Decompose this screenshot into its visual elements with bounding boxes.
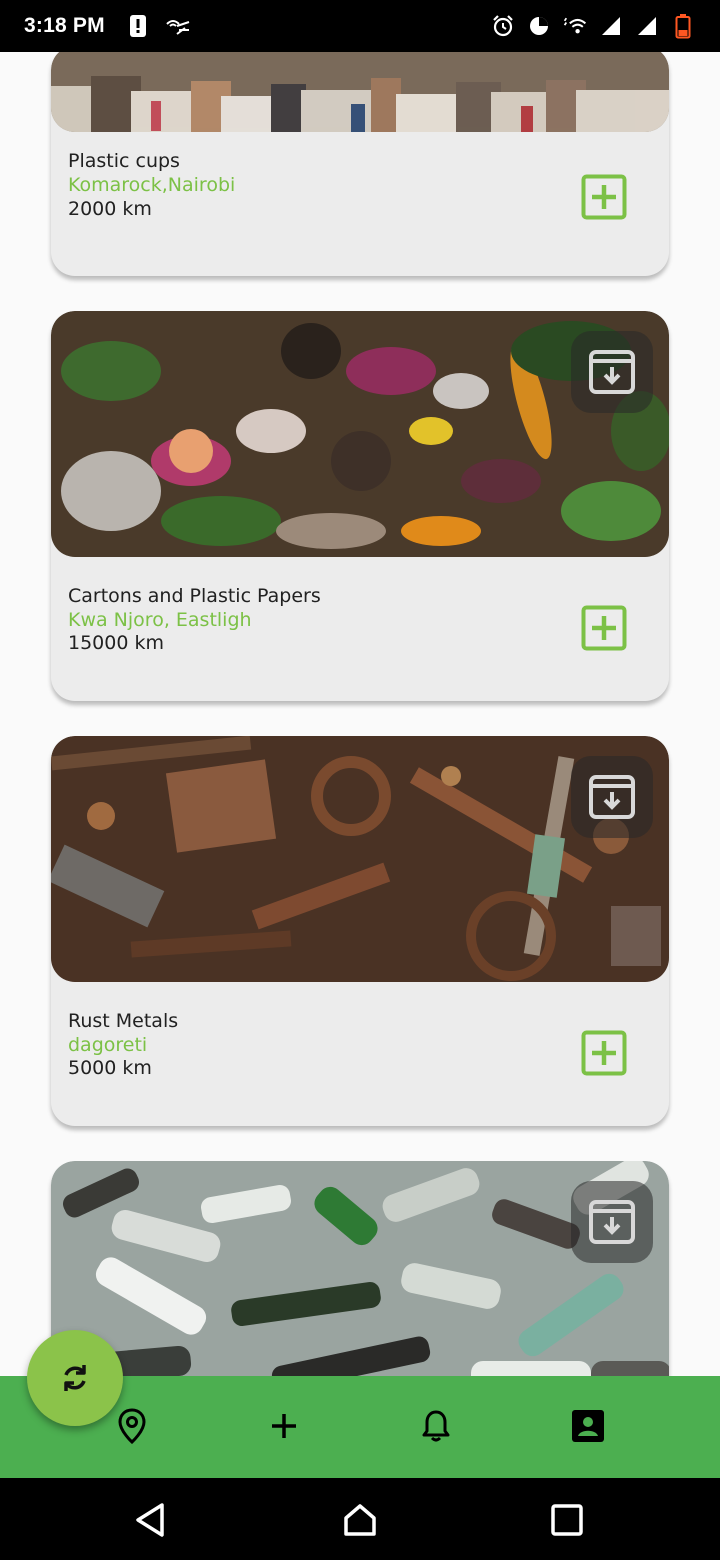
- add-icon[interactable]: [581, 605, 627, 651]
- card-location: dagoreti: [68, 1034, 148, 1056]
- refresh-icon: [64, 1365, 86, 1391]
- card-image-mixed-paper: [51, 52, 669, 132]
- archive-button[interactable]: [571, 1181, 653, 1263]
- waste-list[interactable]: Plastic cups Komarock,Nairobi 2000 km Ca…: [0, 52, 720, 1376]
- archive-button[interactable]: [571, 756, 653, 838]
- home-icon[interactable]: [338, 1498, 382, 1542]
- archive-icon: [589, 350, 635, 394]
- card-distance: 15000 km: [68, 632, 164, 654]
- battery-low-icon: [670, 13, 696, 39]
- add-icon[interactable]: [581, 1030, 627, 1076]
- recents-icon[interactable]: [545, 1498, 589, 1542]
- card-distance: 2000 km: [68, 198, 152, 220]
- card-title: Rust Metals: [68, 1010, 179, 1032]
- waste-card[interactable]: Cartons and Plastic Papers Kwa Njoro, Ea…: [51, 311, 669, 701]
- location-icon[interactable]: [110, 1404, 154, 1448]
- archive-icon: [589, 775, 635, 819]
- account-box-icon[interactable]: [566, 1404, 610, 1448]
- card-location: Kwa Njoro, Eastligh: [68, 609, 252, 631]
- add-icon[interactable]: [581, 174, 627, 220]
- refresh-button[interactable]: [27, 1330, 123, 1426]
- bell-icon[interactable]: [414, 1404, 458, 1448]
- back-icon[interactable]: [128, 1498, 172, 1542]
- alert-icon: [125, 13, 151, 39]
- alarm-icon: [490, 13, 516, 39]
- card-location: Komarock,Nairobi: [68, 174, 236, 196]
- archive-button[interactable]: [571, 331, 653, 413]
- status-bar: 3:18 PM: [0, 0, 720, 52]
- signal-icon: [634, 13, 660, 39]
- status-time: 3:18 PM: [24, 14, 105, 37]
- card-title: Cartons and Plastic Papers: [68, 585, 321, 607]
- add-icon[interactable]: [262, 1404, 306, 1448]
- archive-icon: [589, 1200, 635, 1244]
- waste-card[interactable]: Plastic cups Komarock,Nairobi 2000 km: [51, 52, 669, 276]
- antenna-icon: [165, 13, 191, 39]
- card-title: Plastic cups: [68, 150, 180, 172]
- waste-card[interactable]: Rust Metals dagoreti 5000 km: [51, 736, 669, 1126]
- data-saver-icon: [526, 13, 552, 39]
- card-distance: 5000 km: [68, 1057, 152, 1079]
- wifi-icon: [562, 13, 588, 39]
- signal-icon: [598, 13, 624, 39]
- system-nav-bar: [0, 1478, 720, 1560]
- waste-card[interactable]: [51, 1161, 669, 1376]
